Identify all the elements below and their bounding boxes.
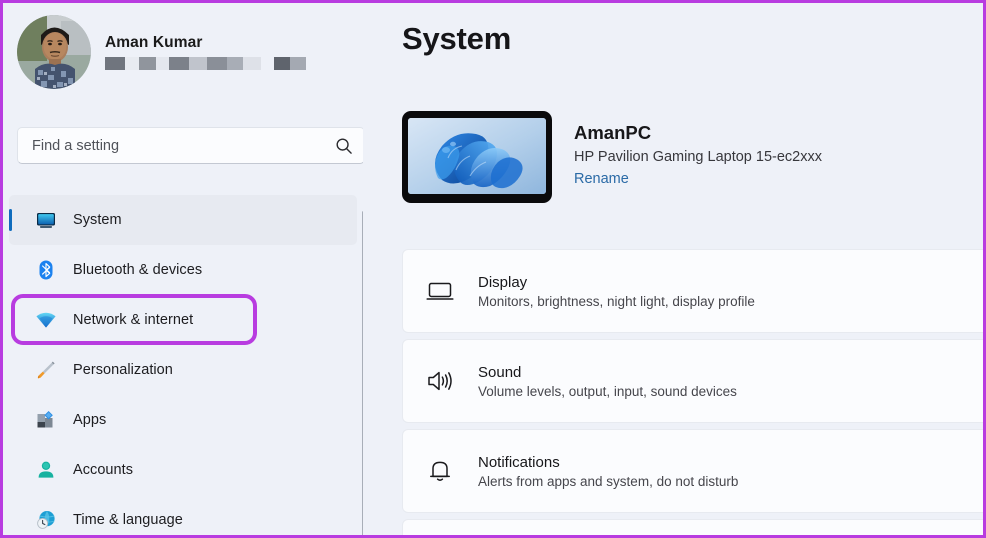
windows-bloom-wallpaper-icon (402, 111, 552, 203)
sidebar-item-network-internet[interactable]: Network & internet (9, 295, 357, 345)
card-title: Sound (478, 363, 522, 381)
account-text: Aman Kumar (105, 34, 306, 70)
sidebar-nav: System Bluetooth & devices Network & int… (3, 195, 363, 535)
avatar[interactable] (17, 15, 91, 89)
sidebar-item-apps[interactable]: Apps (9, 395, 357, 445)
card-title: Display (478, 273, 528, 291)
account-block[interactable]: Aman Kumar (17, 15, 306, 89)
sidebar-item-label: Time & language (73, 512, 183, 528)
sidebar-item-personalization[interactable]: Personalization (9, 345, 357, 395)
apps-icon (35, 409, 57, 431)
sidebar-item-system[interactable]: System (9, 195, 357, 245)
bell-icon (425, 456, 455, 486)
settings-cards-list: Display Monitors, brightness, night ligh… (402, 249, 983, 535)
card-subtitle: Alerts from apps and system, do not dist… (478, 473, 739, 489)
settings-card-notifications[interactable]: Notifications Alerts from apps and syste… (402, 429, 983, 513)
settings-card-text: Notifications Alerts from apps and syste… (478, 454, 738, 489)
monitor-icon (35, 209, 57, 231)
settings-card-text: Sound Volume levels, output, input, soun… (478, 364, 737, 399)
account-name: Aman Kumar (105, 34, 203, 51)
display-monitor-icon (425, 276, 455, 306)
device-name: AmanPC (574, 122, 652, 143)
settings-card-sound[interactable]: Sound Volume levels, output, input, soun… (402, 339, 983, 423)
sidebar-item-label: Personalization (73, 362, 173, 378)
search-icon[interactable] (335, 137, 353, 155)
device-model: HP Pavilion Gaming Laptop 15-ec2xxx (574, 149, 822, 165)
person-icon (35, 459, 57, 481)
device-text: AmanPC HP Pavilion Gaming Laptop 15-ec2x… (574, 111, 822, 187)
settings-card-display[interactable]: Display Monitors, brightness, night ligh… (402, 249, 983, 333)
bluetooth-icon (35, 259, 57, 281)
device-hero: AmanPC HP Pavilion Gaming Laptop 15-ec2x… (402, 111, 822, 203)
settings-card-text: Display Monitors, brightness, night ligh… (478, 274, 755, 309)
sidebar-item-label: System (73, 212, 122, 228)
sidebar-item-label: Accounts (73, 462, 134, 478)
settings-window: Aman Kumar Find a setting System Bluetoo… (0, 0, 986, 538)
paintbrush-icon (35, 359, 57, 381)
speaker-volume-icon (425, 366, 455, 396)
clock-globe-icon (35, 509, 57, 531)
sidebar-item-label: Network & internet (73, 312, 194, 328)
card-subtitle: Monitors, brightness, night light, displ… (478, 293, 755, 309)
sidebar-item-accounts[interactable]: Accounts (9, 445, 357, 495)
search-box[interactable] (17, 127, 365, 164)
rename-link[interactable]: Rename (574, 171, 629, 187)
page-title: System (402, 21, 512, 56)
account-email-redacted (105, 57, 306, 70)
search-input[interactable] (32, 137, 335, 154)
sidebar-item-label: Apps (73, 412, 107, 428)
card-title: Notifications (478, 453, 560, 471)
main-content: System AmanPC HP Pavilion Gaming Laptop … (363, 3, 983, 535)
card-subtitle: Volume levels, output, input, sound devi… (478, 383, 737, 399)
sidebar-item-time-language[interactable]: Time & language (9, 495, 357, 535)
wifi-icon (35, 309, 57, 331)
sidebar-item-bluetooth-devices[interactable]: Bluetooth & devices (9, 245, 357, 295)
sidebar: Aman Kumar Find a setting System Bluetoo… (3, 3, 365, 535)
settings-card-next-partial[interactable] (402, 519, 983, 535)
sidebar-item-label: Bluetooth & devices (73, 262, 203, 278)
